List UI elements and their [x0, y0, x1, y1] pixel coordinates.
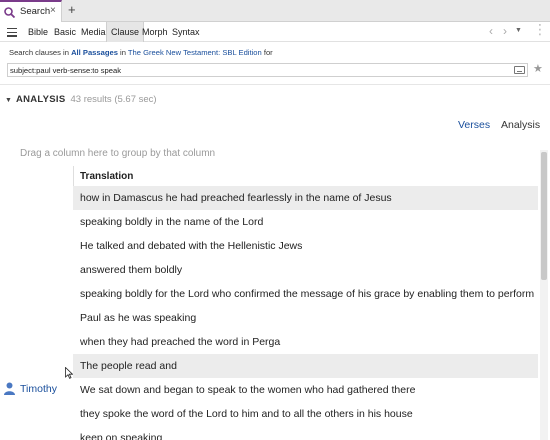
resource-link[interactable]: The Greek New Testament: SBL Edition: [128, 48, 262, 57]
search-input[interactable]: [10, 64, 500, 76]
tab-media[interactable]: Media: [77, 22, 110, 42]
table-row[interactable]: Paul as he was speaking: [0, 306, 538, 330]
group-by-dropzone[interactable]: Drag a column here to group by that colu…: [20, 148, 215, 159]
table-row[interactable]: when they had preached the word in Perga: [0, 330, 538, 354]
menu-icon[interactable]: [7, 28, 17, 39]
table-row[interactable]: He talked and debated with the Hellenist…: [0, 234, 538, 258]
search-description: Search clauses in All Passages in The Gr…: [9, 48, 273, 57]
search-toolbar: Bible Basic Media Clause Morph Syntax ‹ …: [0, 21, 550, 42]
more-icon[interactable]: ⋮: [533, 21, 547, 38]
translation-cell: keep on speaking: [80, 432, 163, 440]
translation-cell: We sat down and began to speak to the wo…: [80, 384, 416, 396]
collapse-caret-icon[interactable]: ▼: [5, 97, 12, 104]
star-icon[interactable]: ★: [533, 62, 543, 75]
translation-cell: He talked and debated with the Hellenist…: [80, 240, 303, 252]
translation-cell: when they had preached the word in Perga: [80, 336, 281, 348]
translation-cell: how in Damascus he had preached fearless…: [80, 192, 392, 204]
translation-cell: Paul as he was speaking: [80, 312, 197, 324]
search-box: [7, 63, 528, 77]
results-count: 43 results (5.67 sec): [70, 94, 157, 105]
table-row[interactable]: We sat down and began to speak to the wo…: [0, 378, 538, 402]
tab-search[interactable]: Search ×: [0, 0, 62, 22]
translation-cell: they spoke the word of the Lord to him a…: [80, 408, 413, 420]
table-row[interactable]: The people read and: [0, 354, 538, 378]
new-tab-button[interactable]: +: [68, 2, 76, 17]
table-row[interactable]: how in Damascus he had preached fearless…: [0, 186, 538, 210]
translation-cell: speaking boldly for the Lord who confirm…: [80, 288, 535, 300]
search-in-text: in: [117, 48, 128, 57]
keyboard-icon[interactable]: [514, 66, 525, 74]
tab-bible[interactable]: Bible: [24, 22, 52, 42]
table-row[interactable]: answered them boldly: [0, 258, 538, 282]
forward-icon[interactable]: ›: [503, 24, 507, 38]
analysis-header[interactable]: ▼ ANALYSIS 43 results (5.67 sec): [5, 94, 157, 105]
table-row[interactable]: keep on speaking: [0, 426, 538, 440]
close-tab-icon[interactable]: ×: [50, 5, 56, 16]
tab-strip: Search × +: [0, 0, 550, 22]
tab-syntax[interactable]: Syntax: [168, 22, 204, 42]
column-header-translation[interactable]: Translation: [73, 166, 538, 186]
table-row[interactable]: speaking boldly in the name of the Lord: [0, 210, 538, 234]
tab-label: Search: [20, 6, 51, 17]
translation-cell: The people read and: [80, 360, 177, 372]
table-row[interactable]: speaking boldly for the Lord who confirm…: [0, 282, 538, 306]
passages-link[interactable]: All Passages: [71, 48, 118, 57]
table-row[interactable]: they spoke the word of the Lord to him a…: [0, 402, 538, 426]
search-logo-icon: [4, 7, 15, 18]
mouse-cursor-icon: [65, 367, 73, 379]
scrollbar-thumb[interactable]: [541, 152, 547, 280]
back-icon[interactable]: ‹: [489, 24, 493, 38]
column-header-label: Translation: [80, 171, 134, 182]
history-dropdown-icon[interactable]: ▼: [515, 27, 522, 34]
translation-cell: answered them boldly: [80, 264, 183, 276]
analysis-view-link[interactable]: Analysis: [501, 119, 540, 131]
search-prefix: Search clauses in: [9, 48, 72, 57]
tab-basic[interactable]: Basic: [50, 22, 80, 42]
divider: [0, 84, 550, 85]
analysis-title: ANALYSIS: [15, 94, 66, 105]
translation-cell: speaking boldly in the name of the Lord: [80, 216, 264, 228]
tab-morph[interactable]: Morph: [138, 22, 172, 42]
search-suffix: for: [261, 48, 273, 57]
collaborator-name[interactable]: Timothy: [20, 383, 57, 395]
verses-view-link[interactable]: Verses: [458, 119, 490, 131]
user-icon: [4, 382, 15, 395]
